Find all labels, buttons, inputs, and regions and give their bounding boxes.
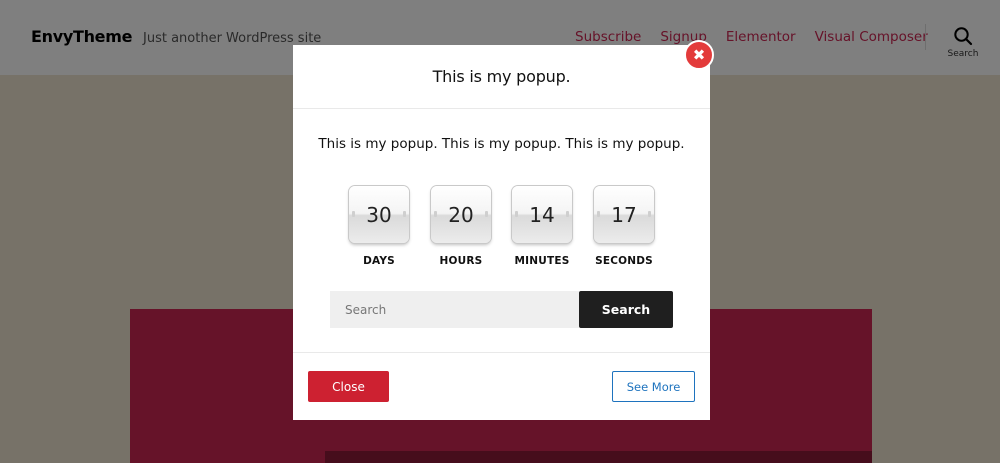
countdown-days-label: DAYS	[363, 255, 395, 267]
popup-search-button[interactable]: Search	[579, 291, 673, 328]
popup-modal: This is my popup. This is my popup. This…	[293, 45, 710, 420]
popup-search-input[interactable]	[330, 291, 579, 328]
popup-body: This is my popup. This is my popup. This…	[293, 110, 710, 352]
close-icon[interactable]: ✖	[684, 40, 714, 70]
countdown-days: 30 DAYS	[349, 186, 409, 267]
countdown-seconds-value: 17	[611, 202, 637, 227]
countdown-seconds: 17 SECONDS	[594, 186, 654, 267]
countdown-timer: 30 DAYS 20 HOURS 14 MINUTES 17 SECONDS	[349, 186, 654, 276]
countdown-seconds-box: 17	[594, 186, 654, 243]
countdown-minutes-box: 14	[512, 186, 572, 243]
close-button[interactable]: Close	[308, 371, 389, 402]
popup-title: This is my popup.	[432, 67, 571, 86]
countdown-minutes-label: MINUTES	[514, 255, 570, 267]
countdown-hours-box: 20	[431, 186, 491, 243]
countdown-minutes-value: 14	[529, 202, 555, 227]
countdown-seconds-label: SECONDS	[595, 255, 653, 267]
countdown-hours-value: 20	[448, 202, 474, 227]
popup-header: This is my popup.	[293, 45, 710, 109]
popup-footer: Close See More	[293, 352, 710, 420]
countdown-hours: 20 HOURS	[431, 186, 491, 267]
countdown-days-box: 30	[349, 186, 409, 243]
countdown-days-value: 30	[366, 202, 392, 227]
countdown-hours-label: HOURS	[439, 255, 483, 267]
see-more-button[interactable]: See More	[612, 371, 695, 402]
countdown-minutes: 14 MINUTES	[512, 186, 572, 267]
popup-text: This is my popup. This is my popup. This…	[318, 136, 685, 152]
popup-search-form: Search	[330, 291, 673, 328]
